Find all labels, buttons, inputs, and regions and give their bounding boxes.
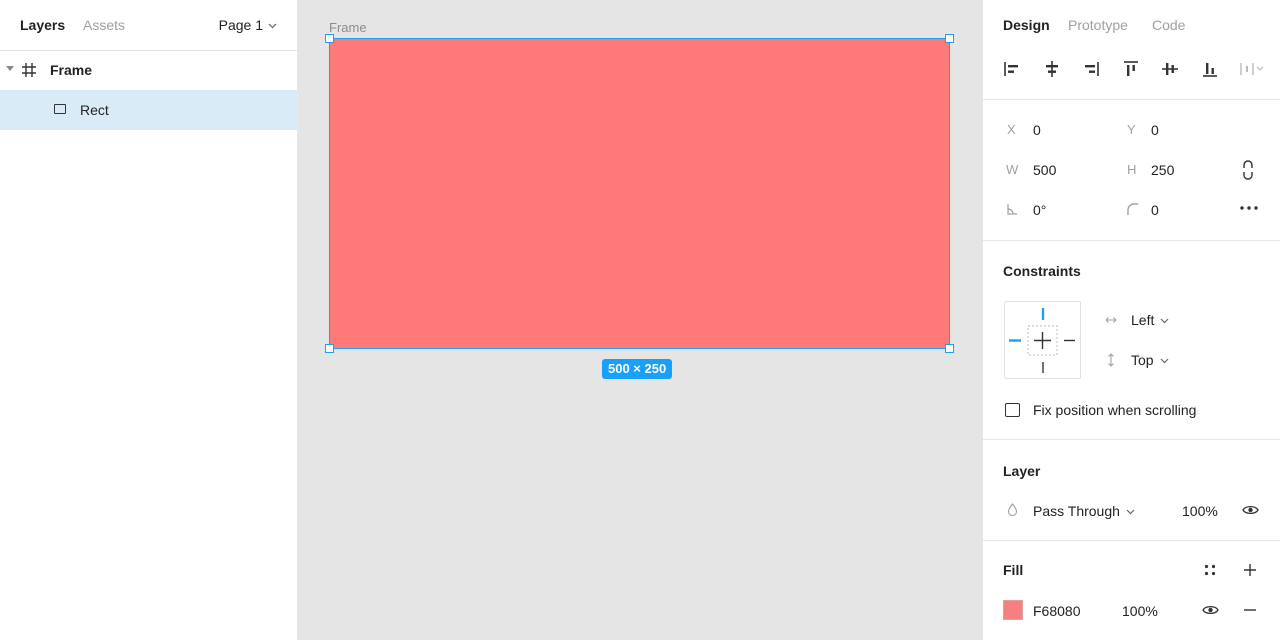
expand-caret-icon[interactable] [6, 66, 14, 71]
styles-grid-icon[interactable] [1204, 564, 1216, 576]
selected-rectangle[interactable] [329, 38, 950, 349]
constrain-proportions-icon[interactable] [1242, 160, 1254, 180]
figma-app: Layers Assets Page 1 Frame Rect Frame 50… [0, 0, 1280, 640]
canvas[interactable]: Frame 500 × 250 [298, 0, 983, 640]
align-vertical-center-icon[interactable] [1159, 58, 1181, 80]
constraints-title: Constraints [1003, 263, 1081, 279]
rotation-input[interactable]: 0° [1033, 202, 1046, 218]
fill-opacity-input[interactable]: 100% [1122, 603, 1158, 619]
align-horizontal-center-icon[interactable] [1041, 58, 1063, 80]
constraints-widget[interactable] [1004, 301, 1081, 379]
tab-assets[interactable]: Assets [83, 17, 125, 33]
frame-icon [22, 63, 36, 77]
fill-color-swatch[interactable] [1003, 600, 1023, 620]
w-label: W [1006, 162, 1019, 177]
resize-handle-top-left[interactable] [325, 34, 334, 43]
corner-radius-input[interactable]: 0 [1151, 202, 1159, 218]
size-badge: 500 × 250 [602, 359, 673, 379]
chevron-down-icon [268, 23, 277, 28]
add-fill-icon[interactable] [1243, 563, 1257, 577]
resize-handle-bottom-right[interactable] [945, 344, 954, 353]
divider [983, 240, 1280, 241]
layers-panel: Layers Assets Page 1 Frame Rect [0, 0, 298, 640]
layer-row-rect[interactable]: Rect [0, 90, 298, 130]
layer-title: Layer [1003, 463, 1041, 479]
resize-handle-top-right[interactable] [945, 34, 954, 43]
divider [983, 540, 1280, 541]
eye-icon[interactable] [1242, 504, 1259, 516]
tab-layers[interactable]: Layers [20, 17, 65, 33]
chevron-down-icon [1160, 358, 1169, 363]
fill-hex-input[interactable]: F68080 [1033, 603, 1080, 619]
tab-design[interactable]: Design [1003, 17, 1050, 33]
more-options-icon[interactable] [1240, 205, 1258, 211]
layer-opacity-input[interactable]: 100% [1182, 503, 1218, 519]
align-bottom-icon[interactable] [1199, 58, 1221, 80]
horizontal-arrows-icon [1105, 317, 1117, 323]
vertical-constraint-value: Top [1131, 352, 1154, 368]
fix-position-checkbox[interactable] [1005, 403, 1020, 417]
layer-row-frame[interactable]: Frame [0, 50, 298, 90]
remove-fill-icon[interactable] [1243, 603, 1257, 617]
align-left-icon[interactable] [1001, 58, 1023, 80]
frame-name-label[interactable]: Frame [329, 20, 367, 35]
divider [983, 439, 1280, 440]
tab-code[interactable]: Code [1152, 17, 1185, 33]
chevron-down-icon [1160, 318, 1169, 323]
y-label: Y [1127, 122, 1136, 137]
horizontal-constraint-value: Left [1131, 312, 1155, 328]
page-selector[interactable]: Page 1 [219, 17, 277, 33]
vertical-arrows-icon [1108, 353, 1114, 367]
align-right-icon[interactable] [1080, 58, 1102, 80]
alignment-toolbar [1001, 58, 1280, 80]
layer-label-rect: Rect [80, 102, 109, 118]
constraints-diagram-icon [1009, 308, 1075, 373]
blend-mode-select[interactable]: Pass Through [1033, 503, 1135, 519]
x-input[interactable]: 0 [1033, 122, 1041, 138]
divider [983, 99, 1280, 100]
x-label: X [1007, 122, 1016, 137]
corner-radius-icon [1127, 203, 1138, 215]
eye-icon[interactable] [1202, 604, 1219, 616]
layers-panel-header: Layers Assets Page 1 [0, 0, 297, 51]
page-selector-label: Page 1 [218, 17, 263, 33]
w-input[interactable]: 500 [1033, 162, 1056, 178]
y-input[interactable]: 0 [1151, 122, 1159, 138]
h-input[interactable]: 250 [1151, 162, 1174, 178]
horizontal-constraint-select[interactable]: Left [1131, 312, 1169, 328]
tab-prototype[interactable]: Prototype [1068, 17, 1128, 33]
distribute-icon[interactable] [1238, 58, 1270, 80]
chevron-down-icon [1126, 509, 1135, 514]
vertical-constraint-select[interactable]: Top [1131, 352, 1169, 368]
design-panel: Design Prototype Code X 0 Y 0 W 500 H 25… [982, 0, 1280, 640]
align-top-icon[interactable] [1120, 58, 1142, 80]
fill-title: Fill [1003, 562, 1024, 578]
fix-position-label: Fix position when scrolling [1033, 402, 1197, 418]
layer-label-frame: Frame [50, 62, 93, 78]
rectangle-icon [54, 104, 66, 114]
blend-mode-value: Pass Through [1033, 503, 1120, 519]
rotation-icon [1007, 204, 1017, 215]
blend-mode-drop-icon [1007, 503, 1018, 517]
h-label: H [1127, 162, 1137, 177]
resize-handle-bottom-left[interactable] [325, 344, 334, 353]
